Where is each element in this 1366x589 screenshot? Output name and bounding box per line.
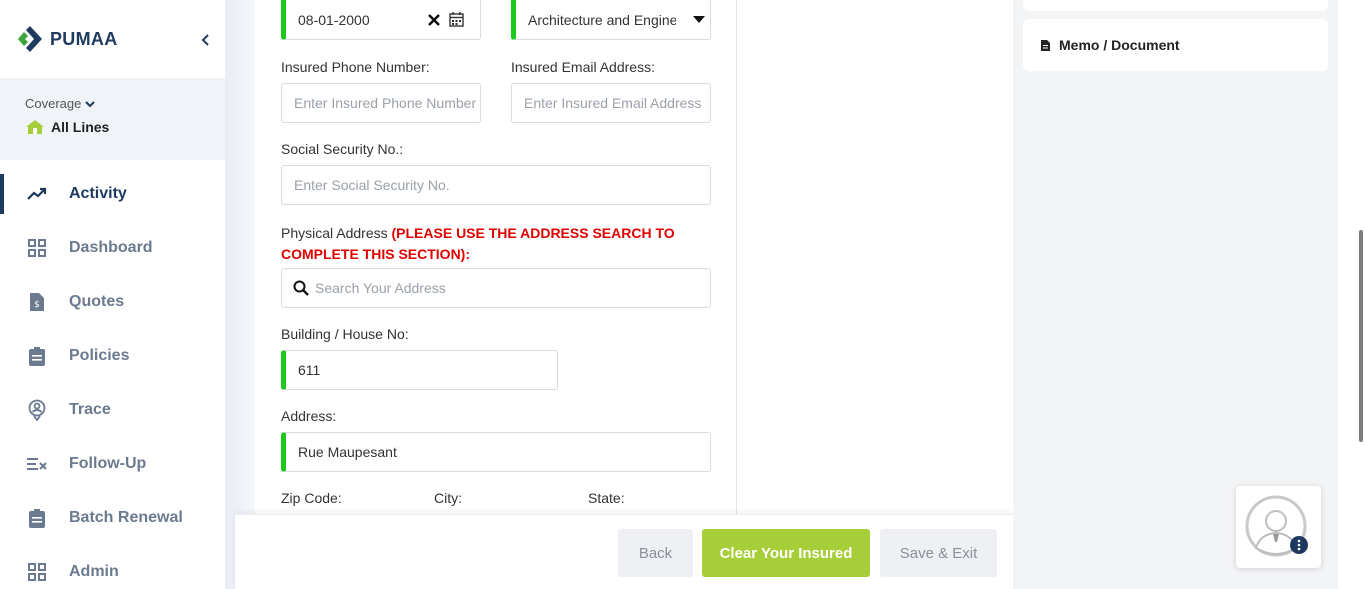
- address-warning: (PLEASE USE THE ADDRESS SEARCH TO: [391, 225, 675, 241]
- nav-quotes[interactable]: $ Quotes: [0, 282, 225, 322]
- back-button[interactable]: Back: [618, 529, 693, 577]
- coverage-label: Coverage: [25, 96, 82, 111]
- building-label: Building / House No:: [281, 326, 409, 342]
- nav-dashboard[interactable]: Dashboard: [0, 228, 225, 268]
- phone-input[interactable]: Enter Insured Phone Number: [281, 83, 481, 123]
- logo-icon: [18, 26, 42, 52]
- insured-form: 08-01-2000 Architecture and Engineering …: [255, 0, 737, 589]
- home-icon: [26, 120, 44, 134]
- search-icon: [293, 280, 309, 296]
- quote-document-icon: $: [26, 291, 48, 313]
- email-input[interactable]: Enter Insured Email Address: [511, 83, 711, 123]
- date-field[interactable]: 08-01-2000: [281, 0, 481, 40]
- zip-label: Zip Code:: [281, 490, 342, 506]
- nav-policies[interactable]: Policies: [0, 336, 225, 376]
- nav-label: Dashboard: [69, 239, 153, 256]
- coverage-selector[interactable]: Coverage All Lines: [0, 78, 225, 160]
- logo[interactable]: PUMAA: [0, 0, 225, 78]
- ssn-input[interactable]: Enter Social Security No.: [281, 165, 711, 205]
- nav-label: Trace: [69, 401, 111, 418]
- email-label: Insured Email Address:: [511, 59, 655, 75]
- clipboard-list-icon: [26, 507, 48, 529]
- nav-label: Follow-Up: [69, 455, 147, 472]
- document-icon: [1041, 39, 1050, 51]
- nav-trace[interactable]: Trace: [0, 390, 225, 430]
- nav-label: Activity: [69, 185, 127, 202]
- nav-admin[interactable]: Admin: [0, 552, 225, 589]
- scrollbar-thumb[interactable]: [1359, 230, 1363, 442]
- save-exit-button[interactable]: Save & Exit: [880, 529, 997, 577]
- building-input[interactable]: 611: [281, 350, 558, 390]
- list-check-icon: [26, 453, 48, 475]
- sidebar: PUMAA Coverage All Lines Activity Dashbo…: [0, 0, 225, 589]
- address-search-input[interactable]: Search Your Address: [281, 268, 711, 308]
- app-name: PUMAA: [50, 28, 118, 49]
- city-label: City:: [434, 490, 462, 506]
- nav-label: Batch Renewal: [69, 509, 183, 526]
- physical-address-label: Physical Address (PLEASE USE THE ADDRESS…: [281, 225, 675, 262]
- coverage-value: All Lines: [51, 119, 110, 135]
- clipboard-icon: [26, 345, 48, 367]
- nav-follow-up[interactable]: Follow-Up: [0, 444, 225, 484]
- agent-avatar-icon: [1245, 495, 1308, 557]
- address-label: Address:: [281, 408, 337, 424]
- svg-text:$: $: [34, 300, 40, 310]
- chevron-down-icon: [85, 100, 96, 107]
- grid-icon: [26, 561, 48, 583]
- nav-label: Quotes: [69, 293, 125, 310]
- industry-select[interactable]: Architecture and Engineering: [511, 0, 711, 40]
- nav-label: Policies: [69, 347, 130, 364]
- nav-batch-renewal[interactable]: Batch Renewal: [0, 498, 225, 538]
- form-actions: Back Clear Your Insured Save & Exit: [235, 514, 1013, 589]
- clear-insured-button[interactable]: Clear Your Insured: [702, 529, 870, 577]
- chevron-left-icon[interactable]: [198, 30, 214, 50]
- content-spacer: [737, 0, 1013, 589]
- panel-card[interactable]: [1023, 0, 1328, 11]
- address-input[interactable]: Rue Maupesant: [281, 432, 711, 472]
- grid-icon: [26, 237, 48, 259]
- state-label: State:: [588, 490, 625, 506]
- nav-label: Admin: [69, 563, 119, 580]
- trending-up-icon: [26, 183, 48, 205]
- ssn-label: Social Security No.:: [281, 141, 404, 157]
- nav-activity[interactable]: Activity: [0, 174, 225, 214]
- memo-document-card[interactable]: Memo / Document: [1023, 19, 1328, 71]
- assistant-widget[interactable]: [1236, 486, 1321, 568]
- location-person-icon: [26, 399, 48, 421]
- address-warning-cont: COMPLETE THIS SECTION):: [281, 246, 470, 262]
- phone-label: Insured Phone Number:: [281, 59, 430, 75]
- clear-icon[interactable]: [428, 14, 440, 26]
- caret-down-icon: [693, 16, 705, 23]
- memo-document-label: Memo / Document: [1059, 37, 1180, 53]
- calendar-icon[interactable]: [449, 11, 464, 27]
- content-gutter: [225, 0, 255, 589]
